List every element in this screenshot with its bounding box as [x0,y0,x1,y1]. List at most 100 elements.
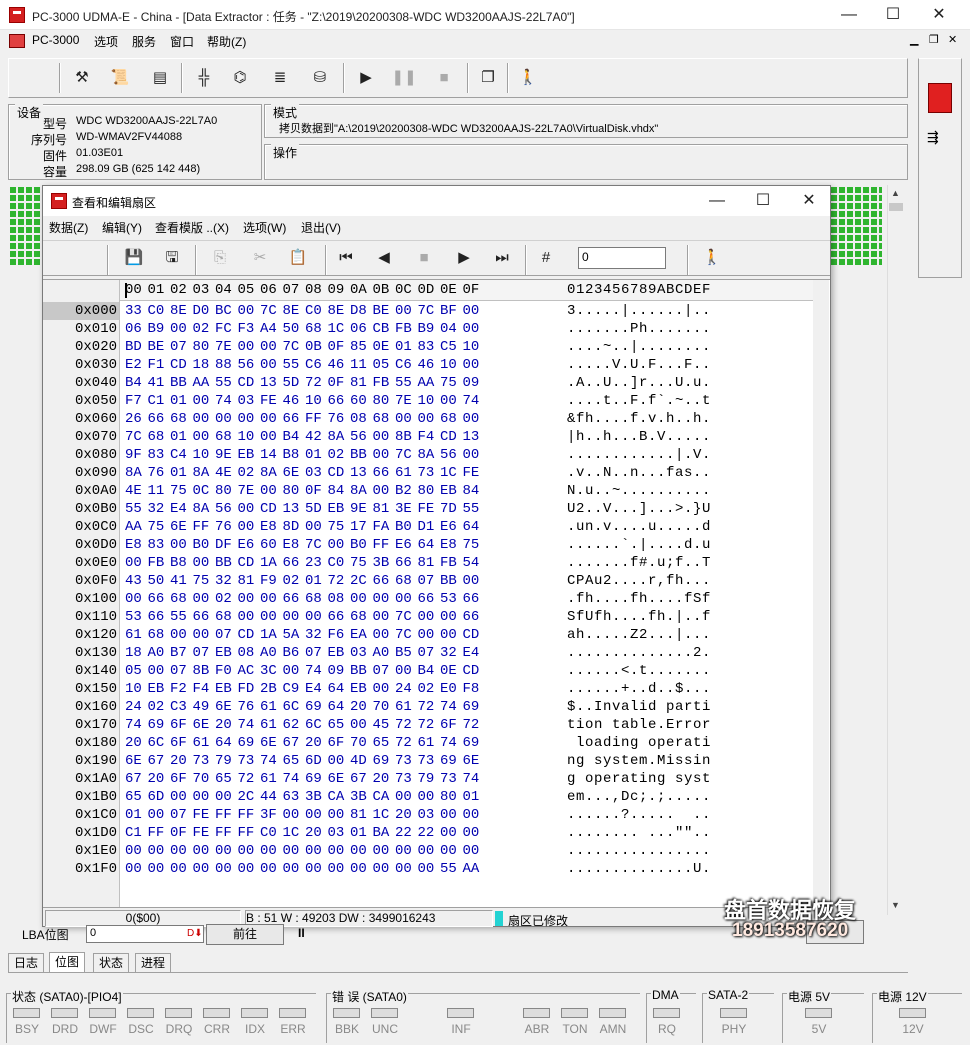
hex-byte[interactable]: 6E [215,699,237,715]
hex-byte[interactable]: 81 [350,375,372,391]
hex-byte[interactable]: 0E [440,663,462,679]
hex-byte[interactable]: 66 [283,555,305,571]
hex-byte[interactable]: 1A [260,555,282,571]
hex-byte[interactable]: E8 [283,537,305,553]
hex-byte[interactable]: 68 [170,591,192,607]
hex-byte[interactable]: 68 [215,609,237,625]
hex-byte[interactable]: 68 [305,321,327,337]
hex-byte[interactable]: EB [328,645,350,661]
ascii-text[interactable]: .......Ph....... [567,321,711,337]
hex-byte[interactable]: 41 [170,573,192,589]
hex-byte[interactable]: 67 [148,753,170,769]
hex-byte[interactable]: 00 [193,861,215,877]
hex-byte[interactable]: 00 [283,843,305,859]
hex-byte[interactable]: 33 [125,303,147,319]
hex-byte[interactable]: 00 [350,843,372,859]
hex-byte[interactable]: C5 [440,339,462,355]
hex-byte[interactable]: 02 [193,321,215,337]
hex-byte[interactable]: 00 [373,681,395,697]
hex-byte[interactable]: 00 [440,627,462,643]
hex-byte[interactable]: 07 [305,645,327,661]
hex-byte[interactable]: 10 [463,339,485,355]
hex-byte[interactable]: 00 [193,393,215,409]
hex-byte[interactable]: 00 [463,321,485,337]
hex-byte[interactable]: 00 [463,807,485,823]
hex-byte[interactable]: 74 [440,735,462,751]
hex-byte[interactable]: 00 [463,411,485,427]
hex-byte[interactable]: 07 [418,645,440,661]
hex-byte[interactable]: 75 [463,537,485,553]
editor-menu-options[interactable]: 选项(W) [243,219,286,236]
hex-byte[interactable]: CD [440,429,462,445]
hex-byte[interactable]: 69 [148,717,170,733]
hex-byte[interactable]: 32 [440,645,462,661]
hex-byte[interactable]: FB [395,321,417,337]
hex-byte[interactable]: 02 [215,591,237,607]
hex-byte[interactable]: BB [170,375,192,391]
hex-byte[interactable]: 64 [463,519,485,535]
hex-byte[interactable]: 00 [170,537,192,553]
hex-byte[interactable]: 43 [125,573,147,589]
hex-byte[interactable]: 7D [440,501,462,517]
hex-byte[interactable]: 7C [283,339,305,355]
hex-byte[interactable]: A4 [260,321,282,337]
last-sector-icon[interactable]: ⏭ [489,245,515,271]
hex-byte[interactable]: 00 [193,789,215,805]
hex-byte[interactable]: B2 [395,483,417,499]
hex-byte[interactable]: F6 [328,627,350,643]
hex-byte[interactable]: 74 [125,717,147,733]
hex-byte[interactable]: 72 [418,717,440,733]
hex-byte[interactable]: 44 [260,789,282,805]
hex-byte[interactable]: 1C [440,465,462,481]
editor-minimize-button[interactable]: — [694,186,740,216]
maximize-button[interactable]: ☐ [870,0,916,30]
hex-byte[interactable]: 73 [395,753,417,769]
hex-byte[interactable]: B8 [170,555,192,571]
hex-byte[interactable]: 3B [350,789,372,805]
hex-byte[interactable]: CD [463,663,485,679]
hex-byte[interactable]: 01 [305,573,327,589]
hex-byte[interactable]: 46 [283,393,305,409]
hex-byte[interactable]: CD [238,627,260,643]
hex-byte[interactable]: AA [418,375,440,391]
hex-byte[interactable]: FF [238,825,260,841]
hex-byte[interactable]: 08 [350,411,372,427]
hex-byte[interactable]: 00 [148,861,170,877]
hex-byte[interactable]: 00 [283,861,305,877]
hex-byte[interactable]: 00 [373,843,395,859]
hex-byte[interactable]: 20 [305,825,327,841]
hex-byte[interactable]: 07 [170,807,192,823]
hex-byte[interactable]: 00 [328,843,350,859]
hex-byte[interactable]: 22 [395,825,417,841]
hex-byte[interactable]: 00 [440,393,462,409]
hex-byte[interactable]: 6E [260,735,282,751]
hex-byte[interactable]: 00 [350,861,372,877]
hex-byte[interactable]: F3 [238,321,260,337]
stop-sector-icon[interactable]: ■ [411,245,437,271]
hex-byte[interactable]: 00 [193,411,215,427]
hex-byte[interactable]: 01 [170,465,192,481]
hex-byte[interactable]: EA [350,627,372,643]
hex-byte[interactable]: 45 [373,717,395,733]
hex-byte[interactable]: 0C [193,483,215,499]
ascii-text[interactable]: ....~..|........ [567,339,711,355]
ascii-text[interactable]: .fh....fh....fSf [567,591,711,607]
hex-byte[interactable]: 00 [463,825,485,841]
hex-byte[interactable]: 69 [463,735,485,751]
hex-byte[interactable]: 66 [328,609,350,625]
hex-byte[interactable]: 09 [328,663,350,679]
hex-byte[interactable]: 68 [373,411,395,427]
hex-byte[interactable]: 00 [328,753,350,769]
hex-byte[interactable]: EB [350,681,372,697]
ascii-text[interactable]: ......`.|....d.u [567,537,711,553]
ascii-text[interactable]: .A..U..]r...U.u. [567,375,711,391]
hex-byte[interactable]: 01 [125,807,147,823]
hex-byte[interactable]: CA [373,789,395,805]
hex-byte[interactable]: 0F [305,483,327,499]
hex-byte[interactable]: 00 [125,591,147,607]
ascii-text[interactable]: .un.v....u.....d [567,519,711,535]
hex-byte[interactable]: EB [238,447,260,463]
hex-byte[interactable]: 75 [148,519,170,535]
hex-byte[interactable]: FE [463,465,485,481]
menu-help[interactable]: 帮助(Z) [207,33,246,50]
